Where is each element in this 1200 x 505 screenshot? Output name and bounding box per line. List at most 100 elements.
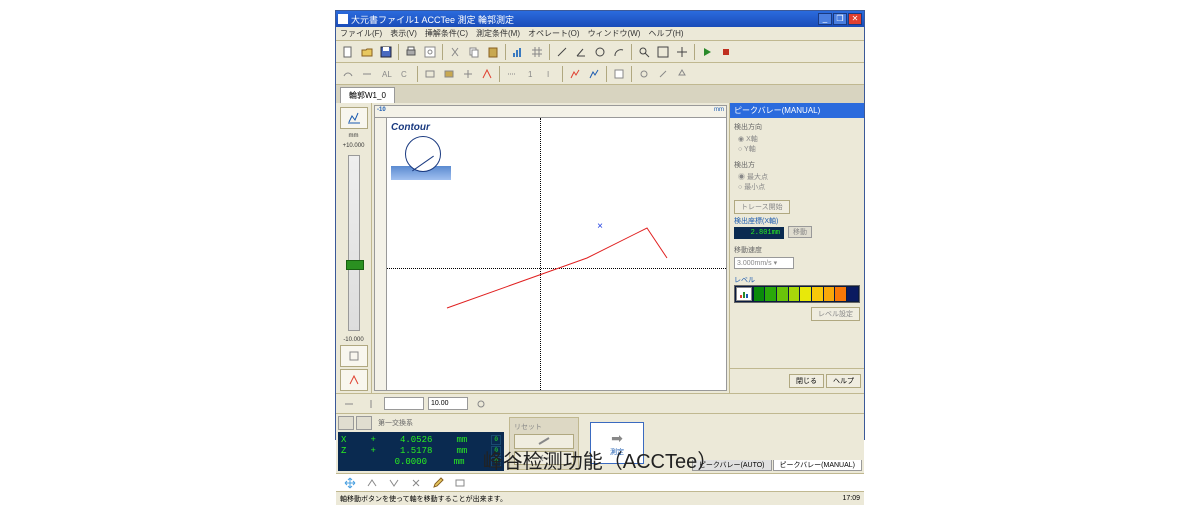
menu-file[interactable]: ファイル(F) [340, 28, 382, 39]
minimize-button[interactable]: _ [818, 13, 832, 25]
tb2-icon-16[interactable] [654, 65, 672, 83]
menu-window[interactable]: ウィンドウ(W) [588, 28, 641, 39]
tb2-icon-5[interactable] [421, 65, 439, 83]
tr-icon-1[interactable] [340, 395, 358, 413]
fit-icon[interactable] [654, 43, 672, 61]
slider-thumb[interactable] [346, 260, 364, 270]
bi-icon-3[interactable] [386, 476, 402, 490]
speed-title: 移動速度 [734, 245, 860, 255]
grid-icon[interactable] [528, 43, 546, 61]
menu-measure[interactable]: 測定条件(M) [476, 28, 520, 39]
bi-icon-4[interactable] [408, 476, 424, 490]
panel-close-button[interactable]: 閉じる [789, 374, 824, 388]
radio-y-axis[interactable]: ○ Y軸 [738, 144, 860, 154]
bi-move-icon[interactable] [342, 476, 358, 490]
tb2-icon-10[interactable]: 1 [522, 65, 540, 83]
toolbar-2: AL C 1 I [336, 63, 864, 85]
vertical-slider[interactable] [348, 155, 360, 331]
stop-icon[interactable] [717, 43, 735, 61]
level-cell [800, 287, 811, 301]
tab-active[interactable]: 輪郭W1_0 [340, 87, 395, 103]
pan-icon[interactable] [673, 43, 691, 61]
print-icon[interactable] [402, 43, 420, 61]
coord-mode-2[interactable] [356, 416, 372, 430]
level-setting-button[interactable]: レベル設定 [811, 307, 860, 321]
arc-tool-icon[interactable] [610, 43, 628, 61]
document-tabs: 輪郭W1_0 [336, 85, 864, 103]
radio-max[interactable]: ◉ 最大点 [738, 172, 860, 182]
ruler-unit: mm [349, 133, 359, 139]
angle-tool-icon[interactable] [572, 43, 590, 61]
menu-bar: ファイル(F) 表示(V) 挿解条件(C) 測定条件(M) オペレート(O) ウ… [336, 27, 864, 41]
toolrow-field-1[interactable] [384, 397, 424, 410]
bottom-icon-row [336, 473, 864, 491]
side-chart-icon[interactable] [340, 107, 368, 129]
tr-icon-2[interactable] [362, 395, 380, 413]
open-icon[interactable] [358, 43, 376, 61]
tr-icon-3[interactable] [472, 395, 490, 413]
maximize-button[interactable]: ❐ [833, 13, 847, 25]
tb2-icon-13[interactable] [585, 65, 603, 83]
tb2-icon-3[interactable]: AL [377, 65, 395, 83]
ruler-top: +10.000 [343, 143, 365, 149]
circle-tool-icon[interactable] [591, 43, 609, 61]
menu-analysis[interactable]: 挿解条件(C) [425, 28, 468, 39]
new-icon[interactable] [339, 43, 357, 61]
bi-icon-6[interactable] [452, 476, 468, 490]
bi-pencil-icon[interactable] [430, 476, 446, 490]
tb2-icon-12[interactable] [566, 65, 584, 83]
detect-method-group: 検出方 ◉ 最大点 ○ 最小点 [734, 160, 860, 192]
menu-operate[interactable]: オペレート(O) [528, 28, 580, 39]
play-icon[interactable] [698, 43, 716, 61]
tb2-icon-9[interactable] [503, 65, 521, 83]
coord-header-text: 第一交換系 [378, 416, 413, 430]
close-button[interactable]: ✕ [848, 13, 862, 25]
menu-view[interactable]: 表示(V) [390, 28, 417, 39]
level-cell [847, 287, 858, 301]
application-window: 大元書ファイル1 ACCTee 測定 輪郭測定 _ ❐ ✕ ファイル(F) 表示… [335, 10, 865, 440]
tb2-icon-7[interactable] [459, 65, 477, 83]
toolrow-field-2[interactable] [428, 397, 468, 410]
level-cell [812, 287, 823, 301]
save-icon[interactable] [377, 43, 395, 61]
cut-icon[interactable] [446, 43, 464, 61]
ruler-h-unit: mm [714, 107, 724, 113]
level-chart-icon[interactable] [736, 287, 752, 301]
menu-help[interactable]: ヘルプ(H) [648, 28, 683, 39]
tb2-icon-15[interactable] [635, 65, 653, 83]
canvas-area[interactable]: -10 mm Contour × [374, 105, 727, 391]
svg-text:AL: AL [382, 70, 392, 79]
move-button[interactable]: 移動 [788, 226, 812, 238]
bi-icon-2[interactable] [364, 476, 380, 490]
tb2-icon-2[interactable] [358, 65, 376, 83]
arrow-right-icon: ➡ [611, 430, 623, 447]
level-bar [734, 285, 860, 303]
copy-icon[interactable] [465, 43, 483, 61]
canvas[interactable]: Contour × [387, 118, 726, 390]
right-panel: ピークバレー(MANUAL) 検出方向 ◉ X軸 ○ Y軸 検出方 ◉ 最大点 … [729, 103, 864, 393]
preview-icon[interactable] [421, 43, 439, 61]
left-sidebar: mm +10.000 -10.000 [336, 103, 372, 393]
radio-min[interactable]: ○ 最小点 [738, 182, 860, 192]
radio-x-axis[interactable]: ◉ X軸 [738, 134, 860, 144]
line-tool-icon[interactable] [553, 43, 571, 61]
speed-select[interactable]: 3.000mm/s ▾ [734, 257, 794, 269]
trace-start-button[interactable]: トレース開始 [734, 200, 790, 214]
paste-icon[interactable] [484, 43, 502, 61]
coord-mode-1[interactable] [338, 416, 354, 430]
tb2-icon-17[interactable] [673, 65, 691, 83]
tb2-icon-6[interactable] [440, 65, 458, 83]
tb2-icon-8[interactable] [478, 65, 496, 83]
zoom-icon[interactable] [635, 43, 653, 61]
tb2-icon-4[interactable]: C [396, 65, 414, 83]
side-btn-2[interactable] [340, 345, 368, 367]
tb2-icon-1[interactable] [339, 65, 357, 83]
coord-reset-x[interactable]: 0 [491, 435, 501, 445]
tb2-icon-11[interactable]: I [541, 65, 559, 83]
chart-icon[interactable] [509, 43, 527, 61]
panel-help-button[interactable]: ヘルプ [826, 374, 861, 388]
panel-title: ピークバレー(MANUAL) [730, 103, 864, 118]
side-btn-3[interactable] [340, 369, 368, 391]
tb2-icon-14[interactable] [610, 65, 628, 83]
status-time: 17:09 [842, 495, 860, 502]
